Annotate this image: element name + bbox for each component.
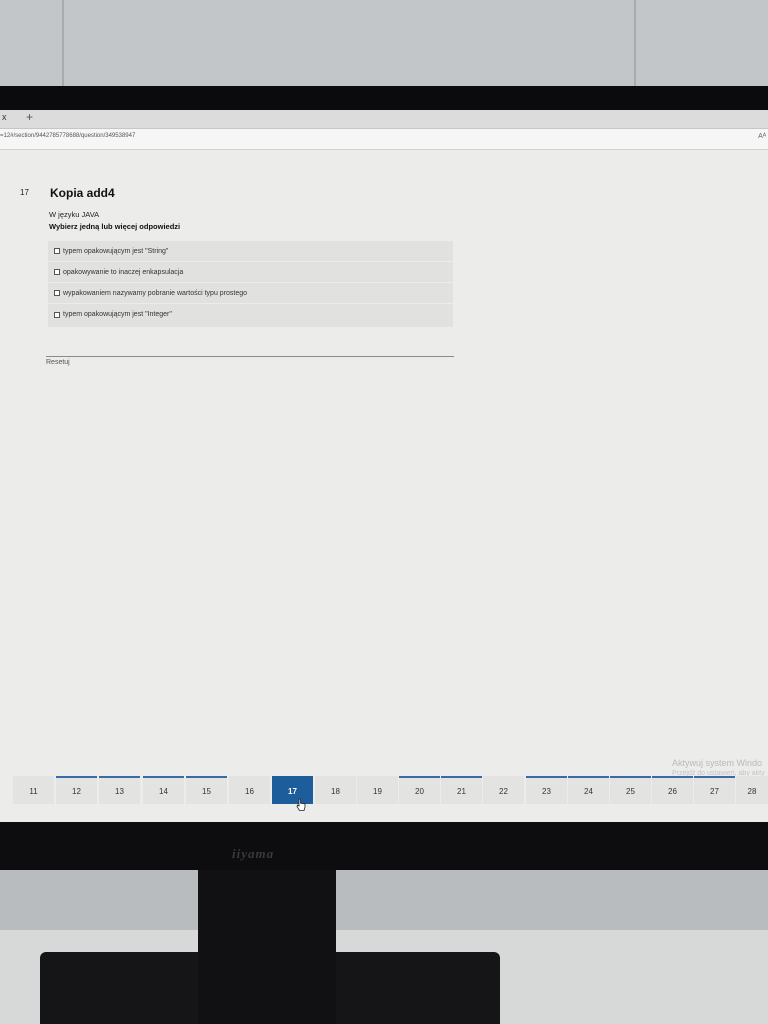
answer-option[interactable]: wypakowaniem nazywamy pobranie wartości … (48, 283, 453, 304)
answer-checkbox[interactable] (54, 311, 60, 318)
answer-label: typem opakowującym jest "Integer" (63, 311, 172, 318)
answer-option[interactable]: opakowywanie to inaczej enkapsulacja (48, 262, 453, 283)
monitor-brand-logo: iiyama (232, 846, 275, 861)
page-button[interactable]: 13 (99, 776, 140, 804)
page-button[interactable]: 27 (694, 776, 735, 804)
page-button[interactable]: 23 (526, 776, 567, 804)
page-button[interactable]: 19 (357, 776, 398, 804)
reader-mode-icon[interactable]: Aᴬ (758, 133, 766, 140)
answer-label: typem opakowującym jest "String" (63, 247, 169, 255)
close-icon[interactable]: x (2, 112, 7, 122)
page-button[interactable]: 15 (186, 776, 227, 804)
page-button-current[interactable]: 17 (272, 776, 313, 804)
page-button[interactable]: 12 (56, 776, 97, 804)
page-button[interactable]: 21 (441, 776, 482, 804)
wall-seam (634, 0, 636, 90)
page-button[interactable]: 16 (229, 776, 270, 804)
question-text: W języku JAVA (49, 210, 100, 219)
answer-option[interactable]: typem opakowującym jest "Integer" (48, 304, 453, 325)
page-button[interactable]: 24 (568, 776, 609, 804)
divider (46, 356, 454, 357)
question-pagination: 11 12 13 14 15 16 17 18 19 20 21 22 23 2… (0, 776, 768, 806)
monitor-stand (198, 868, 336, 1024)
page-button[interactable]: 11 (13, 776, 54, 804)
background-wall (0, 0, 768, 95)
new-tab-button[interactable]: + (26, 110, 33, 124)
browser-tabstrip: x + (0, 110, 768, 129)
answer-checkbox[interactable] (54, 248, 60, 254)
answer-list: typem opakowującym jest "String" opakowy… (48, 241, 453, 327)
page-button[interactable]: 22 (483, 776, 524, 804)
answer-option[interactable]: typem opakowującym jest "String" (48, 241, 453, 262)
monitor-bezel-top (0, 86, 768, 112)
page-button[interactable]: 28 (736, 776, 768, 804)
monitor-bezel-bottom (0, 818, 768, 870)
address-bar[interactable]: =12#/section/9442785778688/question/3495… (0, 129, 768, 150)
page-button[interactable]: 18 (315, 776, 356, 804)
answer-label: wypakowaniem nazywamy pobranie wartości … (63, 289, 248, 297)
page-button[interactable]: 25 (610, 776, 651, 804)
reset-link[interactable]: Resetuj (46, 359, 70, 366)
page-button[interactable]: 26 (652, 776, 693, 804)
answer-checkbox[interactable] (54, 269, 60, 275)
answer-checkbox[interactable] (54, 290, 60, 296)
quiz-page: 17 Kopia add4 W języku JAVA Wybierz jedn… (0, 150, 768, 822)
url-text[interactable]: =12#/section/9442785778688/question/3495… (0, 133, 135, 139)
screen: x + =12#/section/9442785778688/question/… (0, 110, 768, 822)
wall-seam (62, 0, 64, 90)
activation-watermark-title: Aktywuj system Windo (672, 758, 763, 768)
question-prompt: Wybierz jedną lub więcej odpowiedzi (49, 222, 181, 231)
hand-cursor-icon (296, 798, 306, 811)
answer-label: opakowywanie to inaczej enkapsulacja (63, 268, 184, 276)
question-number: 17 (20, 188, 29, 197)
page-button[interactable]: 20 (399, 776, 440, 804)
question-title: Kopia add4 (50, 186, 115, 200)
page-button[interactable]: 14 (143, 776, 184, 804)
